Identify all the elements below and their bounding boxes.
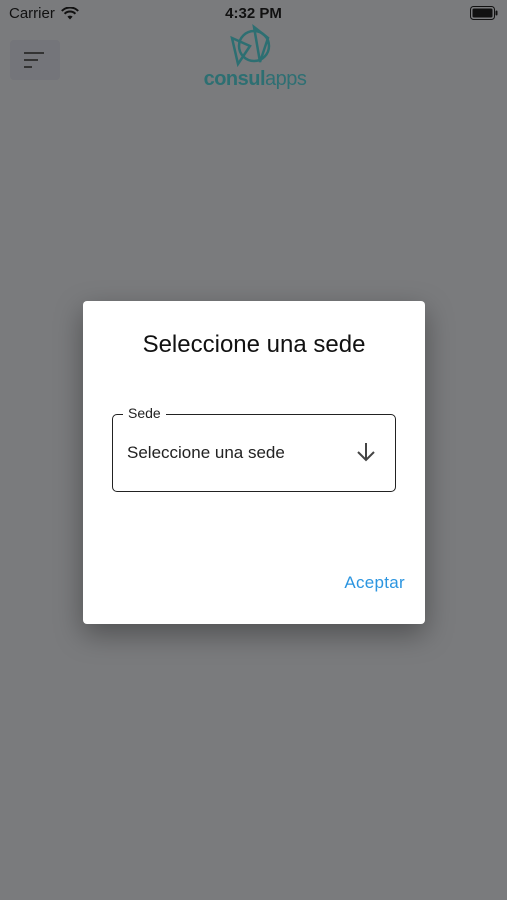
logo-text-part-2: apps — [265, 68, 307, 90]
app-logo: consulapps — [198, 24, 312, 96]
hamburger-menu-icon — [24, 52, 44, 68]
accept-button[interactable]: Aceptar — [344, 573, 405, 593]
dialog-title: Seleccione una sede — [142, 331, 366, 358]
clock: 4:32 PM — [225, 5, 282, 22]
select-site-dialog: Seleccione una sede Sede Seleccione una … — [83, 301, 425, 624]
logo-mark — [230, 24, 271, 68]
site-field-label: Sede — [123, 405, 166, 421]
battery-icon — [470, 6, 498, 20]
site-selected-value: Seleccione una sede — [127, 443, 285, 462]
logo-text-part-1: consul — [203, 68, 266, 90]
site-dropdown[interactable]: Sede Seleccione una sede — [112, 405, 396, 492]
menu-button[interactable] — [10, 40, 60, 80]
arrow-down-icon — [357, 443, 375, 462]
logo-wordmark: consulapps — [198, 68, 312, 91]
